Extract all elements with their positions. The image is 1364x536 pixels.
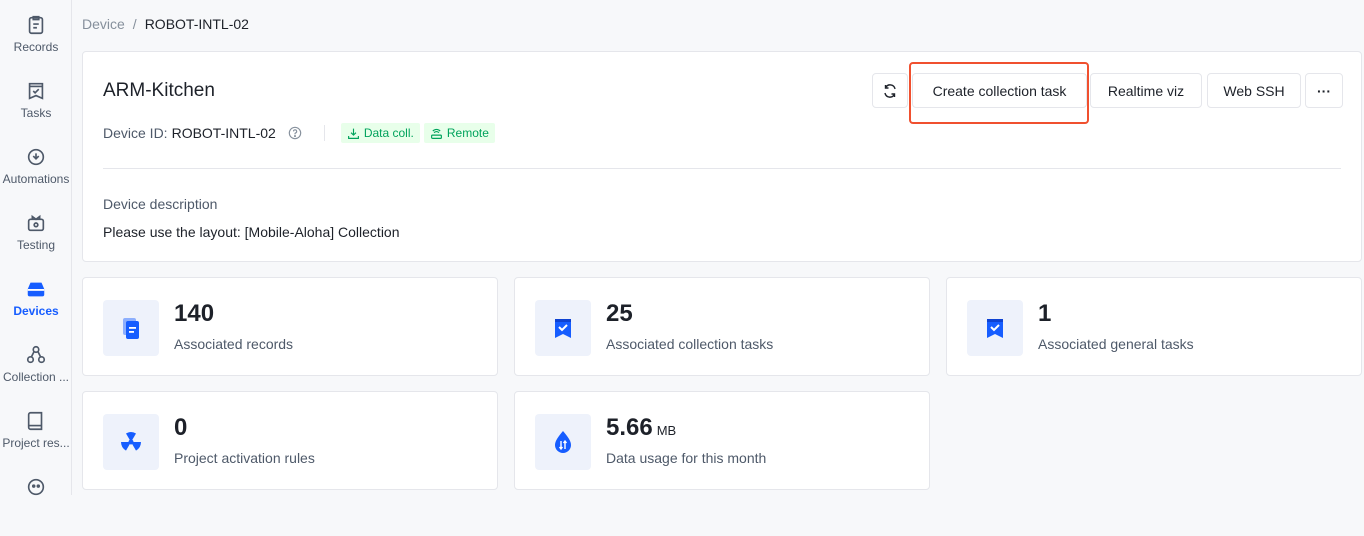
sidebar-item-label: Collection ... (2, 370, 70, 384)
stat-number: 140 (174, 300, 215, 327)
stat-value: 5.66 MB (606, 414, 676, 442)
breadcrumb: Device / ROBOT-INTL-02 (82, 16, 249, 32)
help-icon[interactable] (288, 126, 302, 140)
create-collection-task-button[interactable]: Create collection task (912, 73, 1087, 108)
sidebar-item-label: Automations (2, 172, 70, 186)
stat-number: 5.66 (606, 414, 653, 441)
book-icon (27, 411, 43, 431)
task-bookmark-icon (987, 319, 1003, 338)
sidebar-item-collection[interactable]: Collection ... (0, 344, 72, 404)
stat-label: Associated general tasks (1038, 336, 1194, 352)
stat-value: 25 (606, 300, 633, 328)
sidebar-item-devices[interactable]: Devices (0, 278, 72, 338)
sidebar-item-label: Project res... (2, 436, 70, 450)
devices-icon (27, 282, 45, 297)
sidebar-item-project-resources[interactable]: Project res... (0, 410, 72, 470)
sidebar-item-label: Testing (16, 238, 56, 252)
sidebar-item-testing[interactable]: Testing (0, 212, 72, 272)
breadcrumb-separator: / (132, 16, 137, 32)
sidebar-item-label: Tasks (20, 106, 52, 120)
sidebar-item-label: Devices (13, 304, 59, 318)
download-icon (347, 128, 359, 139)
device-id-label: Device ID: (103, 125, 168, 141)
records-icon (123, 318, 139, 339)
task-check-icon (28, 82, 44, 100)
section-divider (103, 168, 1341, 169)
sidebar-item-label: Records (13, 40, 59, 54)
stat-value: 1 (1038, 300, 1051, 328)
sidebar-item-automations[interactable]: Automations (0, 146, 72, 206)
device-id-row: Device ID: ROBOT-INTL-02 Data coll. Remo… (103, 123, 499, 143)
stat-card-records[interactable]: 140 Associated records (82, 277, 498, 376)
realtime-viz-button[interactable]: Realtime viz (1090, 73, 1202, 108)
collection-icon (26, 345, 46, 364)
sidebar-item-tasks[interactable]: Tasks (0, 80, 72, 140)
testing-icon (27, 214, 45, 232)
stat-label: Associated records (174, 336, 294, 352)
general-tasks-icon-box (967, 300, 1023, 356)
clipboard-icon (28, 15, 44, 35)
description-label: Device description (103, 196, 218, 212)
collection-tasks-icon-box (535, 300, 591, 356)
stat-card-general-tasks[interactable]: 1 Associated general tasks (946, 277, 1362, 376)
stat-number: 0 (174, 414, 188, 441)
divider (323, 125, 325, 141)
stat-label: Associated collection tasks (606, 336, 774, 352)
stat-card-collection-tasks[interactable]: 25 Associated collection tasks (514, 277, 930, 376)
task-bookmark-icon (555, 319, 571, 338)
stat-value: 140 (174, 300, 214, 328)
stat-label: Project activation rules (174, 450, 315, 466)
device-id-value: ROBOT-INTL-02 (171, 125, 276, 141)
radiation-icon (121, 432, 141, 451)
activation-rules-icon-box (103, 414, 159, 470)
droplet-icon (555, 431, 571, 453)
sidebar-item-records[interactable]: Records (0, 14, 72, 74)
stat-label: Data usage for this month (606, 450, 767, 466)
more-button[interactable]: ··· (1305, 73, 1343, 108)
web-ssh-button[interactable]: Web SSH (1207, 73, 1301, 108)
automation-icon (27, 148, 45, 166)
sidebar-item-more[interactable] (0, 476, 72, 536)
records-icon-box (103, 300, 159, 356)
refresh-button[interactable] (872, 73, 908, 108)
tag-remote: Remote (423, 123, 495, 143)
sidebar: Records Tasks Automations Testing Device… (0, 0, 72, 496)
stat-number: 1 (1038, 300, 1052, 327)
refresh-icon (884, 83, 896, 98)
tag-data-collection: Data coll. (340, 123, 420, 143)
tag-label: Remote (446, 126, 489, 140)
stat-card-data-usage[interactable]: 5.66 MB Data usage for this month (514, 391, 930, 490)
description-text: Please use the layout: [Mobile-Aloha] Co… (103, 224, 400, 240)
data-usage-icon-box (535, 414, 591, 470)
tag-label: Data coll. (363, 126, 414, 140)
stat-number: 25 (606, 300, 633, 327)
breadcrumb-root[interactable]: Device (82, 16, 125, 32)
device-panel: ARM-Kitchen Device ID: ROBOT-INTL-02 Dat… (82, 51, 1362, 262)
remote-icon (430, 128, 442, 139)
stat-value: 0 (174, 414, 187, 442)
device-title: ARM-Kitchen (103, 80, 215, 101)
stat-unit: MB (656, 423, 677, 438)
breadcrumb-current: ROBOT-INTL-02 (144, 16, 249, 32)
stat-card-activation-rules[interactable]: 0 Project activation rules (82, 391, 498, 490)
